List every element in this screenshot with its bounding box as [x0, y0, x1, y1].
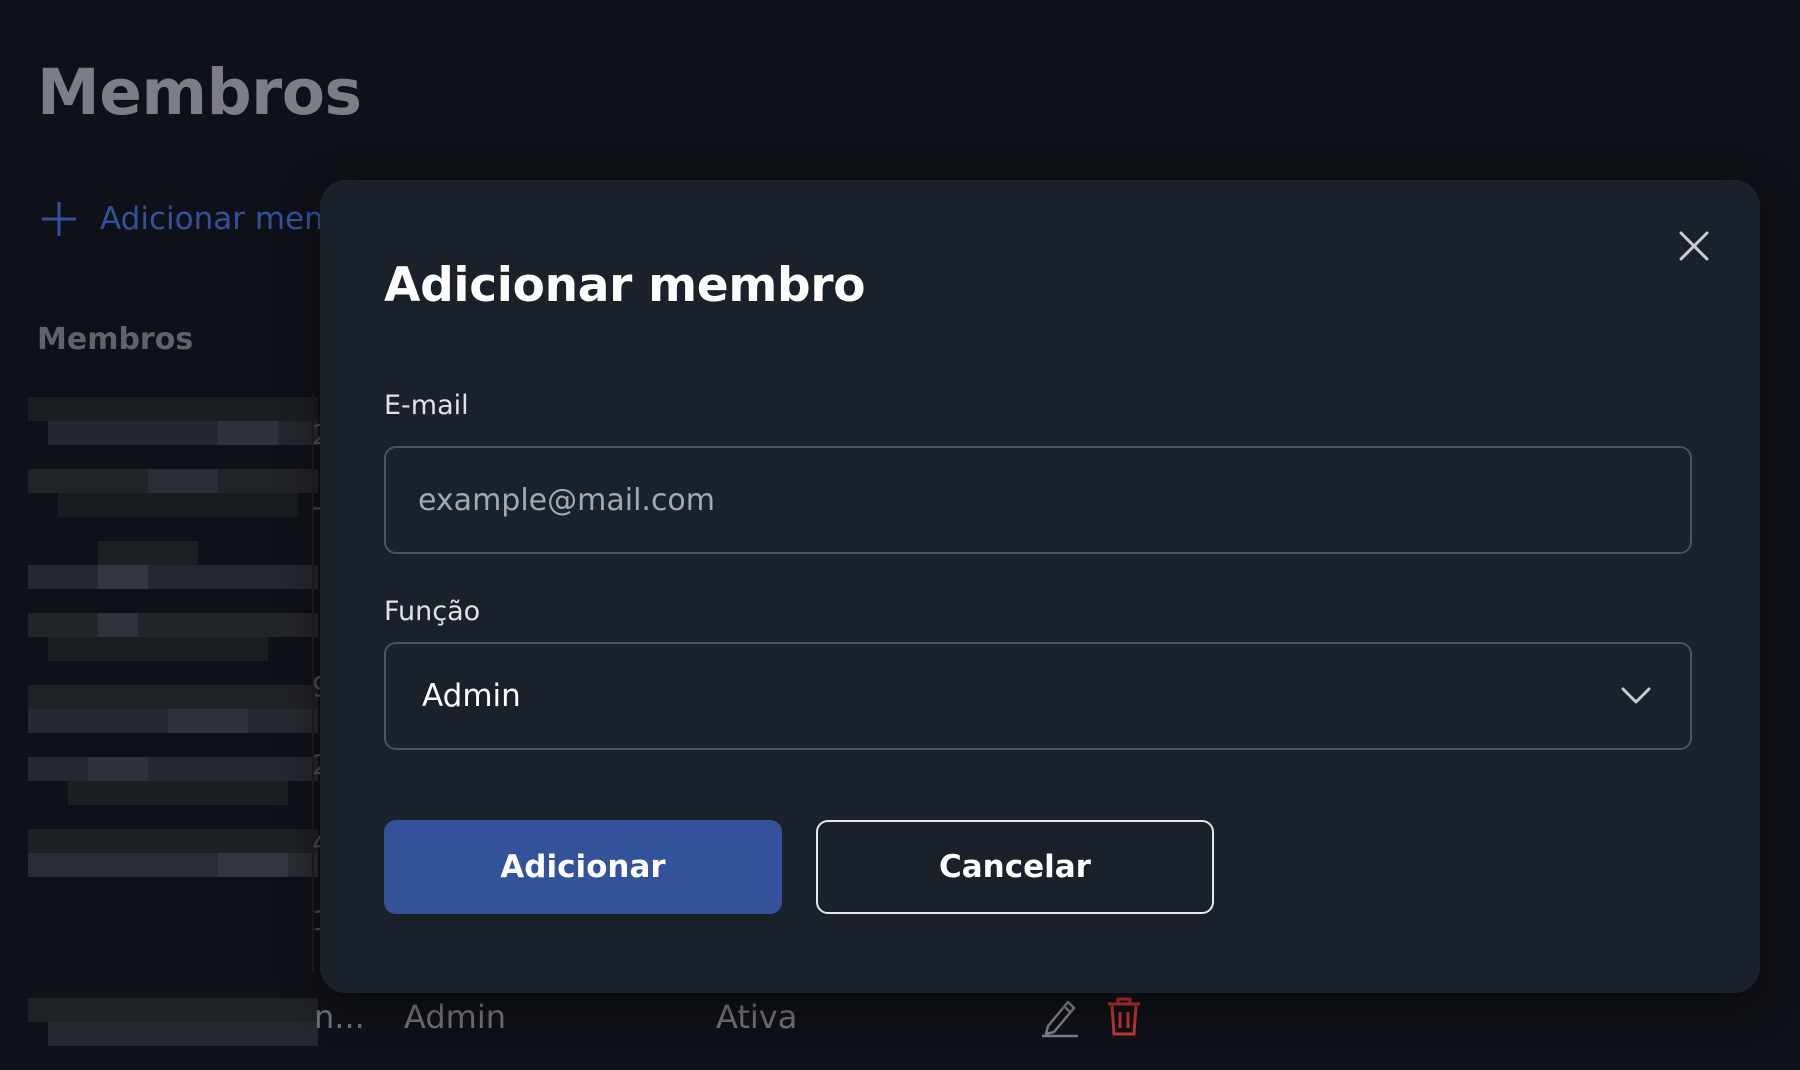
cancel-button[interactable]: Cancelar	[816, 820, 1214, 914]
member-row-blurred[interactable]	[28, 683, 318, 733]
role-selected-value: Admin	[422, 678, 521, 714]
chevron-down-icon	[1621, 687, 1651, 704]
member-row-blurred[interactable]	[28, 539, 318, 589]
member-row-blurred[interactable]	[28, 755, 318, 805]
member-role: Admin	[404, 998, 506, 1036]
plus-icon	[42, 202, 76, 236]
member-name-fragment: n...	[314, 998, 365, 1036]
email-label: E-mail	[384, 390, 469, 421]
add-button[interactable]: Adicionar	[384, 820, 782, 914]
table-row: n... Admin Ativa	[28, 990, 1228, 1050]
member-row-blurred[interactable]	[28, 611, 318, 661]
close-button[interactable]	[1666, 218, 1722, 274]
member-row-blurred[interactable]	[28, 827, 318, 877]
members-heading: Membros	[37, 322, 194, 357]
role-label: Função	[384, 596, 481, 627]
page-title: Membros	[37, 56, 362, 129]
close-icon	[1679, 231, 1709, 261]
role-select[interactable]: Admin	[384, 642, 1692, 750]
add-member-dialog: Adicionar membro E-mail Função Admin Adi…	[320, 180, 1760, 993]
dialog-title: Adicionar membro	[384, 258, 866, 313]
member-row-blurred[interactable]	[28, 467, 318, 517]
member-row-blurred[interactable]	[28, 395, 318, 445]
member-status: Ativa	[716, 998, 798, 1036]
pencil-icon[interactable]	[1040, 994, 1080, 1038]
email-input[interactable]	[384, 446, 1692, 554]
trash-icon[interactable]	[1104, 994, 1144, 1038]
